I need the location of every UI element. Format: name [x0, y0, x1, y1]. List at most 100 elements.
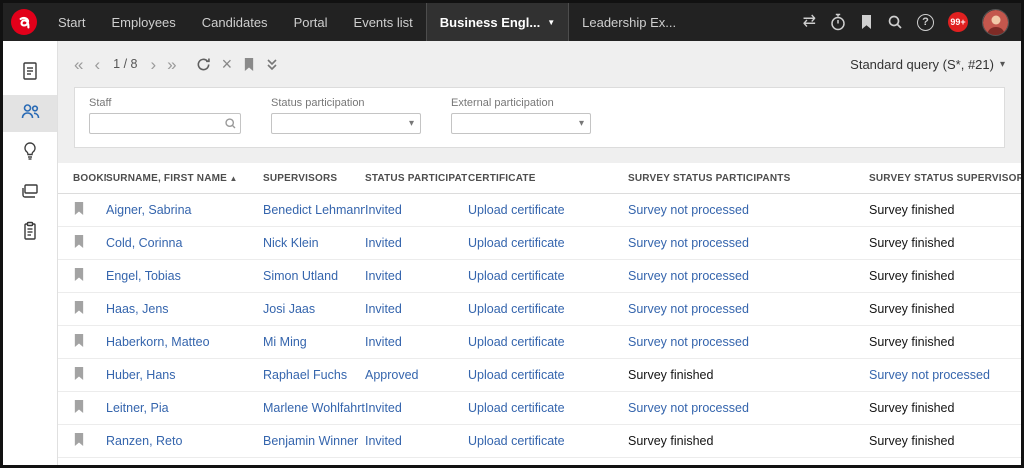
sidebar-item-employees[interactable] [3, 95, 57, 132]
bookmark-icon[interactable] [860, 14, 873, 30]
status-participation-link[interactable]: Invited [365, 203, 402, 217]
surname-link[interactable]: Leitner, Pia [106, 401, 169, 415]
supervisor-link[interactable]: Mi Ming [263, 335, 307, 349]
supervisor-link[interactable]: Benedict Lehmann [263, 203, 365, 217]
column-header-certificate[interactable]: CERTIFICATE [468, 163, 628, 194]
sidebar-item-ideas[interactable] [3, 135, 57, 172]
column-header-status-participation[interactable]: STATUS PARTICIPATION [365, 163, 468, 194]
bookmark-icon[interactable] [73, 234, 85, 249]
first-page-button[interactable]: « [74, 56, 83, 73]
menu-item-label: Candidates [202, 15, 268, 30]
filter-field-status-participation: Status participation ▾ [271, 97, 421, 134]
menu-item-candidates[interactable]: Candidates [189, 3, 281, 41]
menu-item-business-engl[interactable]: Business Engl...▼ [426, 3, 569, 41]
certificate-link[interactable]: Upload certificate [468, 236, 565, 250]
status-participation-link[interactable]: Invited [365, 434, 402, 448]
expand-button[interactable] [266, 58, 278, 71]
status-participation-select[interactable]: ▾ [271, 113, 421, 134]
table-row: Ranzen, Reto Benjamin Winner Invited Upload… [58, 425, 1021, 458]
supervisor-link[interactable]: Nick Klein [263, 236, 319, 250]
survey-status-participants[interactable]: Survey not processed [628, 269, 749, 283]
help-icon[interactable]: ? [917, 14, 934, 31]
avatar[interactable] [982, 9, 1009, 36]
surname-link[interactable]: Haberkorn, Matteo [106, 335, 210, 349]
logo-icon[interactable] [11, 9, 37, 35]
timer-icon[interactable] [830, 13, 846, 31]
table-body: Aigner, SabrinaBenedict LehmannInvitedUp… [58, 194, 1021, 458]
bookmark-icon[interactable] [73, 333, 85, 348]
status-participation-link[interactable]: Approved [365, 368, 419, 382]
surname-link[interactable]: Haas, Jens [106, 302, 169, 316]
external-participation-select[interactable]: ▾ [451, 113, 591, 134]
query-selector[interactable]: Standard query (S*, #21) ▾ [850, 57, 1005, 72]
bookmark-icon[interactable] [73, 300, 85, 315]
menu-item-events-list[interactable]: Events list [341, 3, 426, 41]
menu-item-employees[interactable]: Employees [98, 3, 188, 41]
certificate-link[interactable]: Upload certificate [468, 401, 565, 415]
surname-link[interactable]: Huber, Hans [106, 368, 175, 382]
surname-link[interactable]: Ranzen, Reto [106, 434, 182, 448]
column-header-survey-status-participants[interactable]: SURVEY STATUS PARTICIPANTS [628, 163, 869, 194]
survey-status-supervisors: Survey finished [869, 203, 954, 217]
filter-field-external-participation: External participation ▾ [451, 97, 591, 134]
survey-status-participants[interactable]: Survey not processed [628, 335, 749, 349]
survey-status-supervisors: Survey finished [869, 401, 954, 415]
supervisor-link[interactable]: Marlene Wohlfahrt [263, 401, 365, 415]
topbar: Start Employees Candidates PortalEvents lis… [3, 3, 1021, 41]
column-header-surname-first-name[interactable]: SURNAME, FIRST NAME ▲ [106, 163, 263, 194]
certificate-link[interactable]: Upload certificate [468, 302, 565, 316]
survey-status-supervisors[interactable]: Survey not processed [869, 368, 990, 382]
sidebar [3, 41, 58, 465]
last-page-button[interactable]: » [167, 56, 176, 73]
swap-icon[interactable]: ⇄ [803, 14, 816, 30]
bookmark-icon[interactable] [73, 432, 85, 447]
surname-link[interactable]: Engel, Tobias [106, 269, 181, 283]
survey-status-participants[interactable]: Survey not processed [628, 302, 749, 316]
next-page-button[interactable]: › [150, 56, 156, 73]
bookmark-icon[interactable] [73, 267, 85, 282]
sidebar-item-documents[interactable] [3, 55, 57, 92]
external-participation-label: External participation [451, 97, 591, 109]
menu-item-label: Start [58, 15, 85, 30]
status-participation-link[interactable]: Invited [365, 269, 402, 283]
filter-field-staff: Staff [89, 97, 241, 134]
notification-badge[interactable]: 99+ [948, 12, 968, 32]
survey-status-participants[interactable]: Survey not processed [628, 236, 749, 250]
sidebar-item-clipboard[interactable] [3, 215, 57, 252]
bookmark-icon[interactable] [73, 399, 85, 414]
certificate-link[interactable]: Upload certificate [468, 335, 565, 349]
bookmark-icon[interactable] [73, 201, 85, 216]
surname-link[interactable]: Aigner, Sabrina [106, 203, 191, 217]
column-header-bookmark[interactable]: BOOKMARK [58, 163, 106, 194]
survey-status-participants[interactable]: Survey not processed [628, 203, 749, 217]
supervisor-link[interactable]: Raphael Fuchs [263, 368, 347, 382]
column-header-supervisors[interactable]: SUPERVISORS [263, 163, 365, 194]
certificate-link[interactable]: Upload certificate [468, 368, 565, 382]
prev-page-button[interactable]: ‹ [94, 56, 100, 73]
supervisor-link[interactable]: Benjamin Winner [263, 434, 358, 448]
certificate-link[interactable]: Upload certificate [468, 434, 565, 448]
menu-item-leadership-ex[interactable]: Leadership Ex... [569, 3, 689, 41]
status-participation-link[interactable]: Invited [365, 236, 402, 250]
staff-input[interactable] [89, 113, 241, 134]
refresh-button[interactable] [196, 57, 211, 72]
bookmark-icon[interactable] [73, 366, 85, 381]
bookmark-button[interactable] [243, 57, 255, 72]
surname-link[interactable]: Cold, Corinna [106, 236, 182, 250]
column-header-survey-status-supervisors[interactable]: SURVEY STATUS SUPERVISORS [869, 163, 1021, 194]
stack-icon [20, 182, 40, 205]
supervisor-link[interactable]: Josi Jaas [263, 302, 315, 316]
menu-item-portal[interactable]: Portal [281, 3, 341, 41]
close-button[interactable]: × [222, 55, 233, 73]
survey-status-participants[interactable]: Survey not processed [628, 401, 749, 415]
certificate-link[interactable]: Upload certificate [468, 269, 565, 283]
certificate-link[interactable]: Upload certificate [468, 203, 565, 217]
menu-item-start[interactable]: Start [45, 3, 98, 41]
status-participation-link[interactable]: Invited [365, 401, 402, 415]
status-participation-link[interactable]: Invited [365, 302, 402, 316]
chevron-down-icon: ▼ [547, 18, 555, 27]
search-icon[interactable] [887, 14, 903, 30]
status-participation-link[interactable]: Invited [365, 335, 402, 349]
sidebar-item-stack[interactable] [3, 175, 57, 212]
supervisor-link[interactable]: Simon Utland [263, 269, 338, 283]
